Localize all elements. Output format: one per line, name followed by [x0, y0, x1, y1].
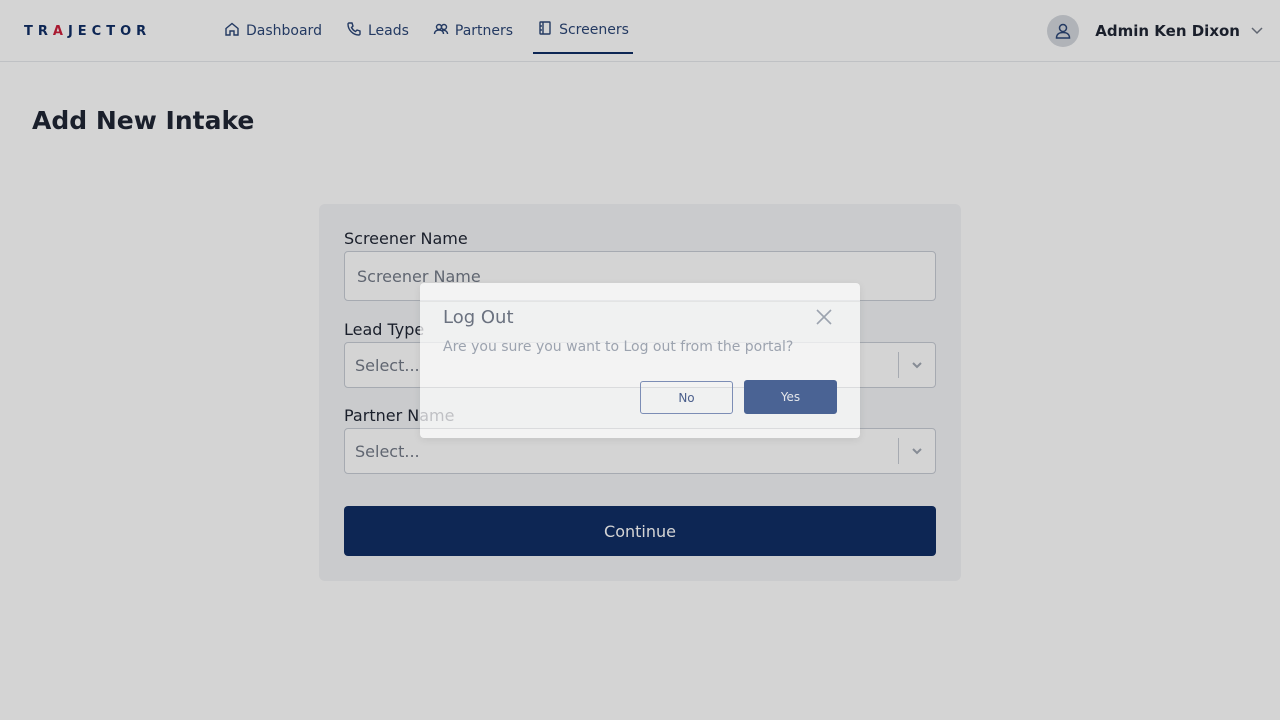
modal-message: Are you sure you want to Log out from th…	[443, 339, 794, 355]
yes-button[interactable]: Yes	[744, 380, 837, 414]
no-button[interactable]: No	[640, 381, 733, 414]
modal-title: Log Out	[443, 307, 514, 328]
close-icon[interactable]	[814, 307, 834, 327]
logout-modal: Log Out Are you sure you want to Log out…	[420, 283, 860, 438]
modal-divider	[420, 428, 860, 429]
modal-divider	[420, 301, 860, 302]
